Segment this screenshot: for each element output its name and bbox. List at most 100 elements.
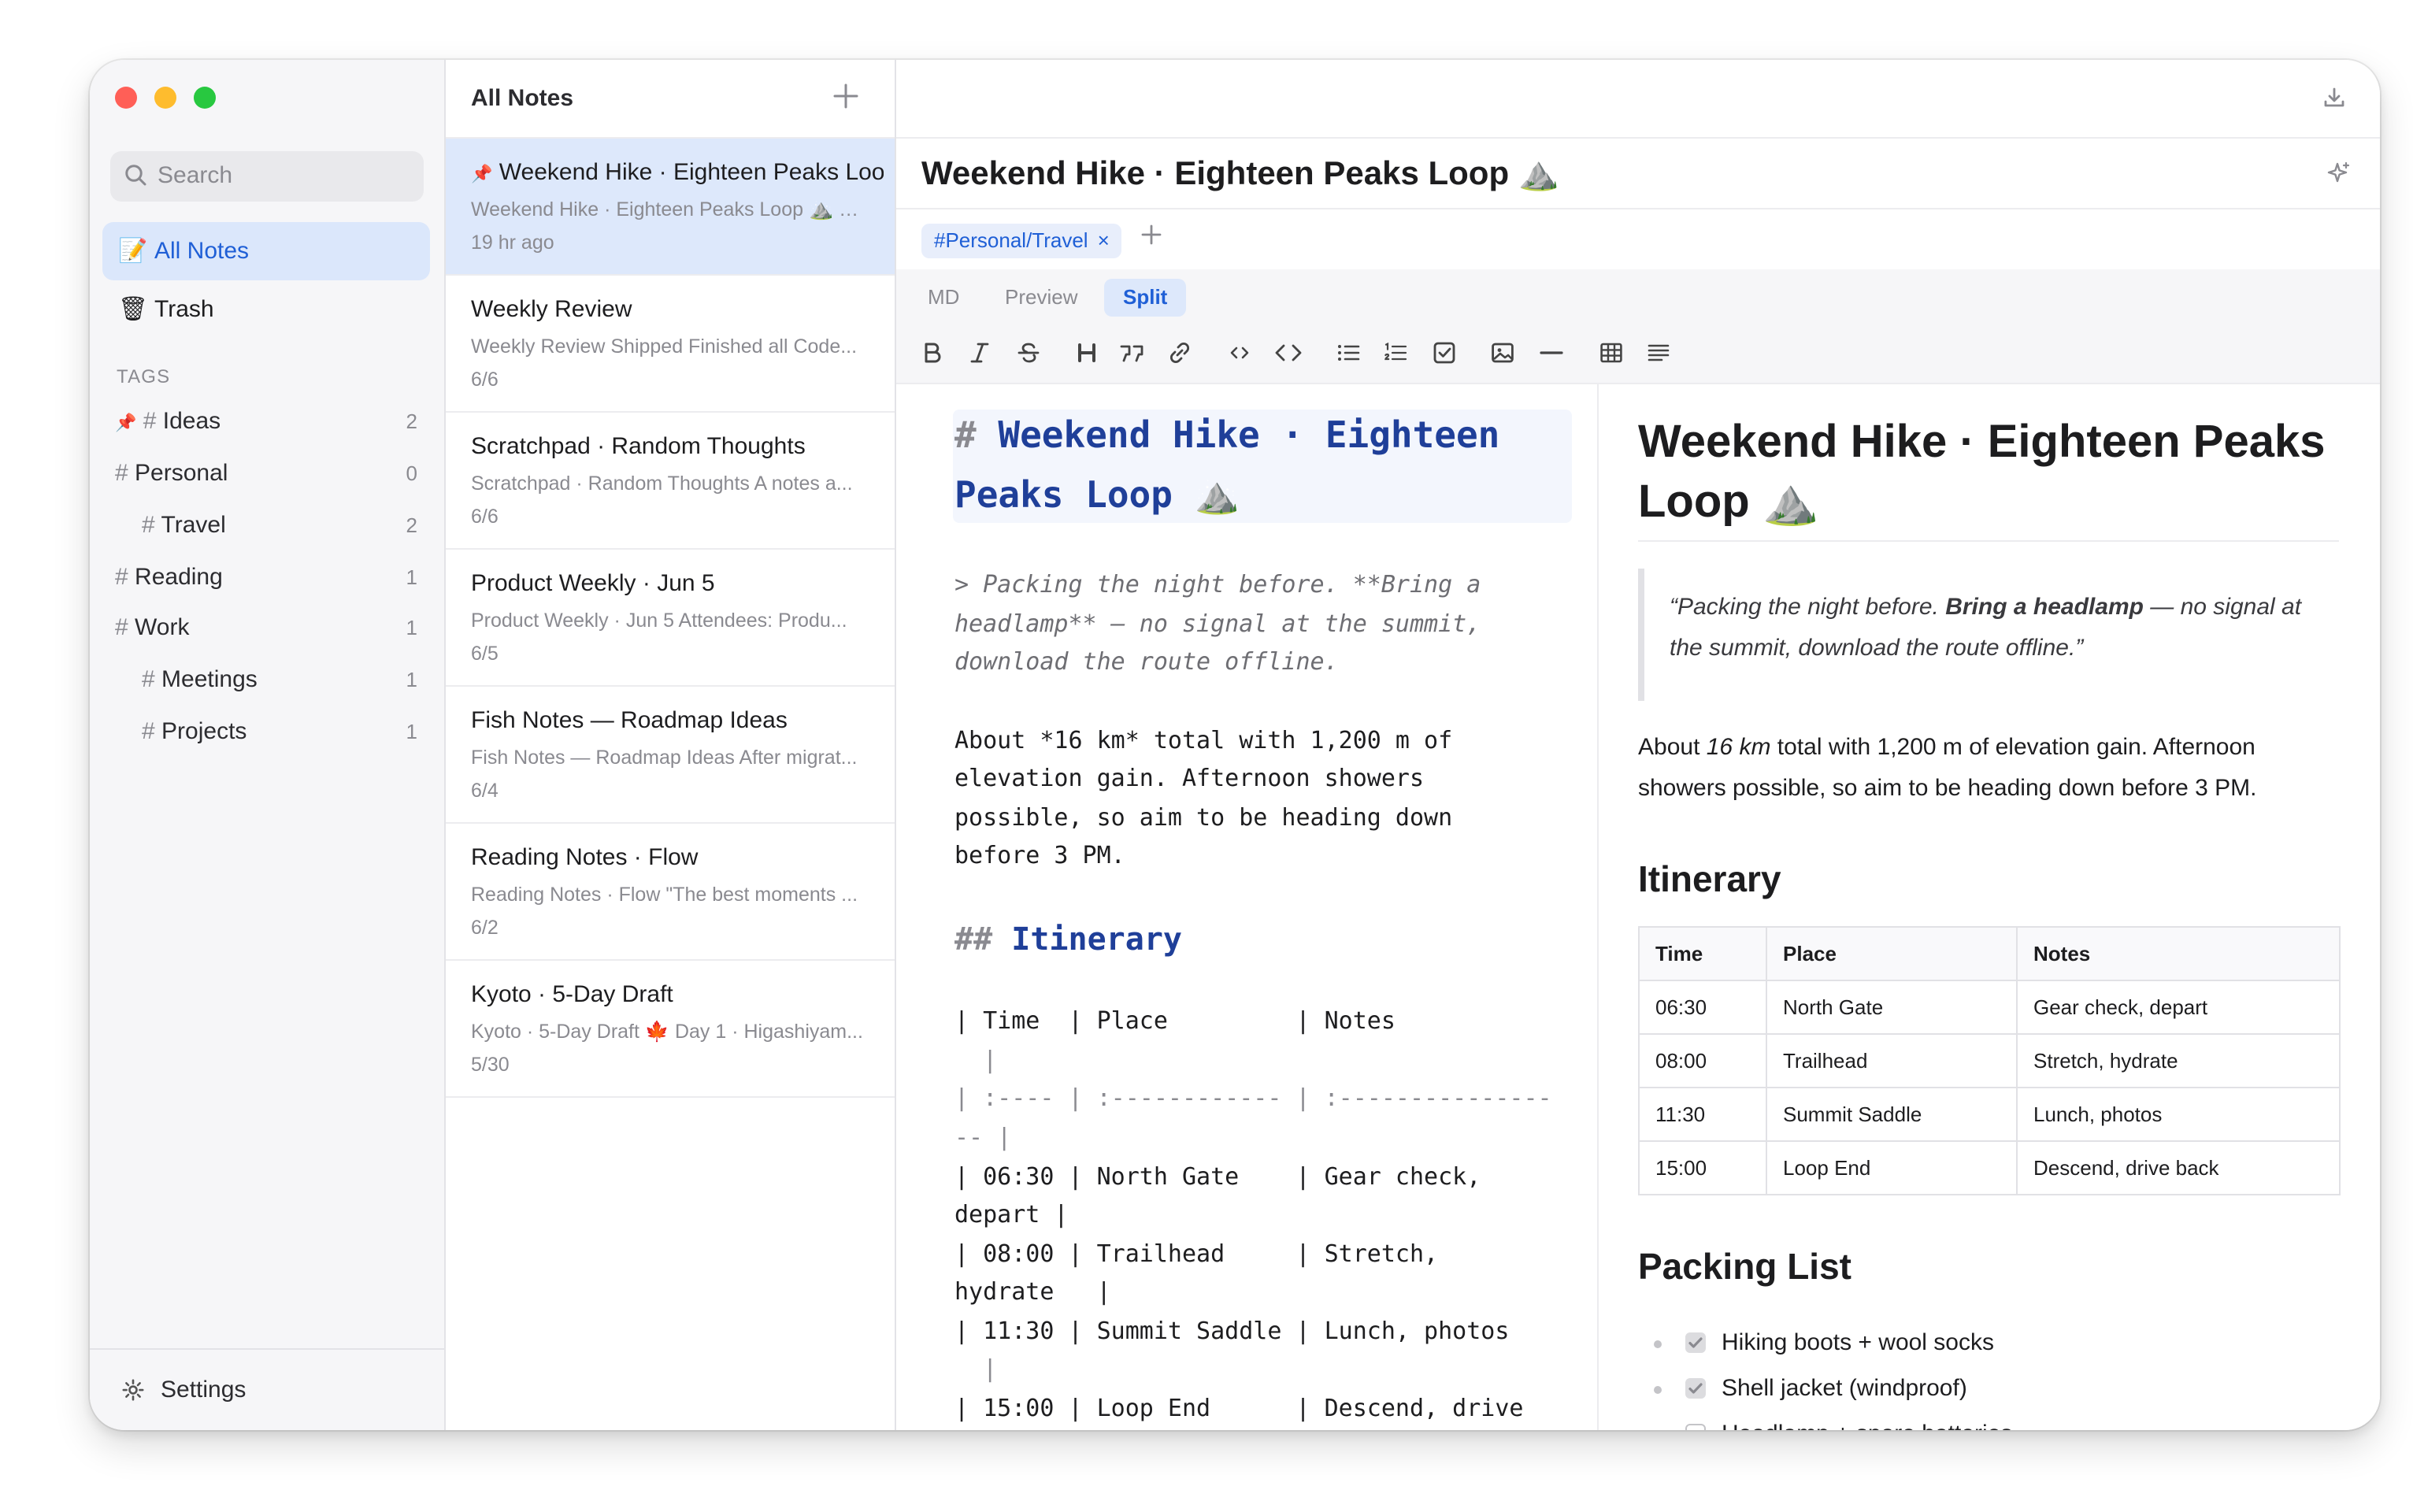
note-item[interactable]: Kyoto · 5-Day Draft Kyoto · 5-Day Draft … [446,961,895,1098]
tag-count: 1 [406,565,417,589]
horizontal-rule-icon[interactable] [1539,340,1564,365]
tag-item-projects[interactable]: # Projects 1 [90,709,444,756]
note-preview: Weekly Review Shipped Finished all Code.… [471,335,858,358]
inline-code-icon[interactable] [1227,340,1252,365]
new-note-button[interactable] [832,82,860,110]
table-row: 06:30 North Gate Gear check, depart [1638,980,2341,1035]
strikethrough-icon[interactable] [1016,340,1041,365]
minimize-window-button[interactable] [154,87,176,109]
sidebar-item-label: Trash [154,296,214,323]
source-table-line: | :---- | :------------ | :-------------… [954,1084,1552,1112]
sidebar: Search 📝 All Notes 🗑 Trash TAGS 📌 # Idea… [90,60,446,1430]
bold-icon[interactable] [920,340,945,365]
align-icon[interactable] [1646,340,1671,365]
table-header: Notes [2016,926,2341,981]
settings-button[interactable]: Settings [90,1348,444,1430]
pin-icon: 📌 [115,414,137,433]
pin-icon: 📌 [471,165,493,184]
note-item[interactable]: Reading Notes · Flow Reading Notes · Flo… [446,824,895,961]
table-cell: Stretch, hydrate [2016,1033,2341,1088]
tag-item-ideas[interactable]: 📌 # Ideas 2 [90,398,444,446]
table-cell: Trailhead [1766,1033,2018,1088]
search-input[interactable]: Search [110,151,424,202]
tag-chip[interactable]: #Personal/Travel × [921,224,1122,258]
heading-icon[interactable] [1074,340,1099,365]
sidebar-item-all-notes[interactable]: 📝 All Notes [102,222,430,280]
sidebar-item-label: All Notes [154,238,250,265]
add-tag-button[interactable] [1140,224,1162,246]
table-header: Place [1766,926,2018,981]
markdown-editor[interactable]: # Weekend Hike · Eighteen Peaks Loop ⛰️ … [896,384,1599,1430]
source-quote-line: headlamp** — no signal at the summit, [954,610,1481,638]
tag-item-personal[interactable]: # Personal 0 [90,450,444,498]
hash-icon: # [115,614,128,641]
packing-item-label: Headlamp + spare batteries [1722,1421,2012,1430]
source-heading-line: # Weekend Hike · Eighteen [954,416,1499,457]
hash-icon: # [142,512,155,539]
divider [896,208,2380,209]
tag-item-work[interactable]: # Work 1 [90,605,444,652]
note-item[interactable]: Product Weekly · Jun 5 Product Weekly · … [446,550,895,687]
tag-item-reading[interactable]: # Reading 1 [90,554,444,602]
tag-label: Travel [161,512,226,539]
source-paragraph-line: elevation gain. Afternoon showers [954,764,1425,792]
source-quote-line: > Packing the night before. **Bring a [954,570,1481,598]
note-preview: Reading Notes · Flow "The best moments .… [471,884,858,906]
table-row: 15:00 Loop End Descend, drive back [1638,1140,2341,1195]
image-icon[interactable] [1490,340,1515,365]
hash-icon: # [142,718,155,745]
link-icon[interactable] [1167,340,1192,365]
trash-icon: 🗑 [118,296,149,323]
sparkle-icon[interactable] [2326,161,2352,186]
note-item[interactable]: Scratchpad · Random Thoughts Scratchpad … [446,413,895,550]
source-h2-line: ## Itinerary [954,920,1182,958]
tag-item-travel[interactable]: # Travel 2 [90,502,444,550]
quote-icon[interactable] [1118,340,1147,365]
table-cell: Lunch, photos [2016,1087,2341,1142]
traffic-lights [115,87,216,109]
italic-icon[interactable] [967,340,992,365]
tags-heading: TAGS [117,365,171,387]
zoom-window-button[interactable] [194,87,216,109]
bullet-list-icon[interactable] [1336,340,1361,365]
preview-blockquote: “Packing the night before. Bring a headl… [1638,569,2345,701]
note-preview: Product Weekly · Jun 5 Attendees: Produ.… [471,610,847,632]
packing-checkbox[interactable] [1685,1378,1706,1399]
memo-icon: 📝 [118,238,148,265]
preview-paragraph: About 16 km total with 1,200 m of elevat… [1638,728,2339,810]
note-date: 6/6 [471,506,499,528]
tag-item-meetings[interactable]: # Meetings 1 [90,657,444,704]
note-date: 6/5 [471,643,499,665]
code-block-icon[interactable] [1274,340,1303,365]
note-item[interactable]: Fish Notes — Roadmap Ideas Fish Notes — … [446,687,895,824]
format-toolbar [896,326,2380,384]
mode-preview-button[interactable]: Preview [986,279,1097,317]
download-icon[interactable] [2323,87,2345,109]
gear-icon [122,1379,144,1401]
hash-icon: # [143,408,157,435]
sidebar-item-trash[interactable]: 🗑 Trash [102,280,430,339]
note-date: 19 hr ago [471,232,554,254]
mode-split-button[interactable]: Split [1104,279,1187,317]
search-icon [125,165,146,186]
tag-label: Work [135,614,190,641]
mode-md-button[interactable]: MD [909,279,978,317]
quote-text: “Packing the night before. [1670,594,1946,621]
packing-checkbox[interactable] [1685,1424,1706,1430]
tag-label: Ideas [162,408,221,435]
note-title-field[interactable]: Weekend Hike · Eighteen Peaks Loop ⛰️ [921,156,1559,194]
notes-list-header: All Notes [446,60,895,139]
numbered-list-icon[interactable] [1383,340,1408,365]
close-window-button[interactable] [115,87,137,109]
note-item[interactable]: 📌 Weekend Hike · Eighteen Peaks Loop Wee… [446,139,895,276]
table-icon[interactable] [1599,340,1624,365]
remove-tag-button[interactable]: × [1098,228,1110,252]
preview-title: Weekend Hike · Eighteen Peaks Loop ⛰️ [1638,417,2326,528]
packing-checkbox[interactable] [1685,1332,1706,1353]
checkbox-icon[interactable] [1432,340,1457,365]
tag-label: Projects [161,718,247,745]
tag-count: 1 [406,668,417,691]
bullet-dot [1654,1386,1662,1394]
note-item[interactable]: Weekly Review Weekly Review Shipped Fini… [446,276,895,413]
tag-label: Personal [135,460,228,487]
